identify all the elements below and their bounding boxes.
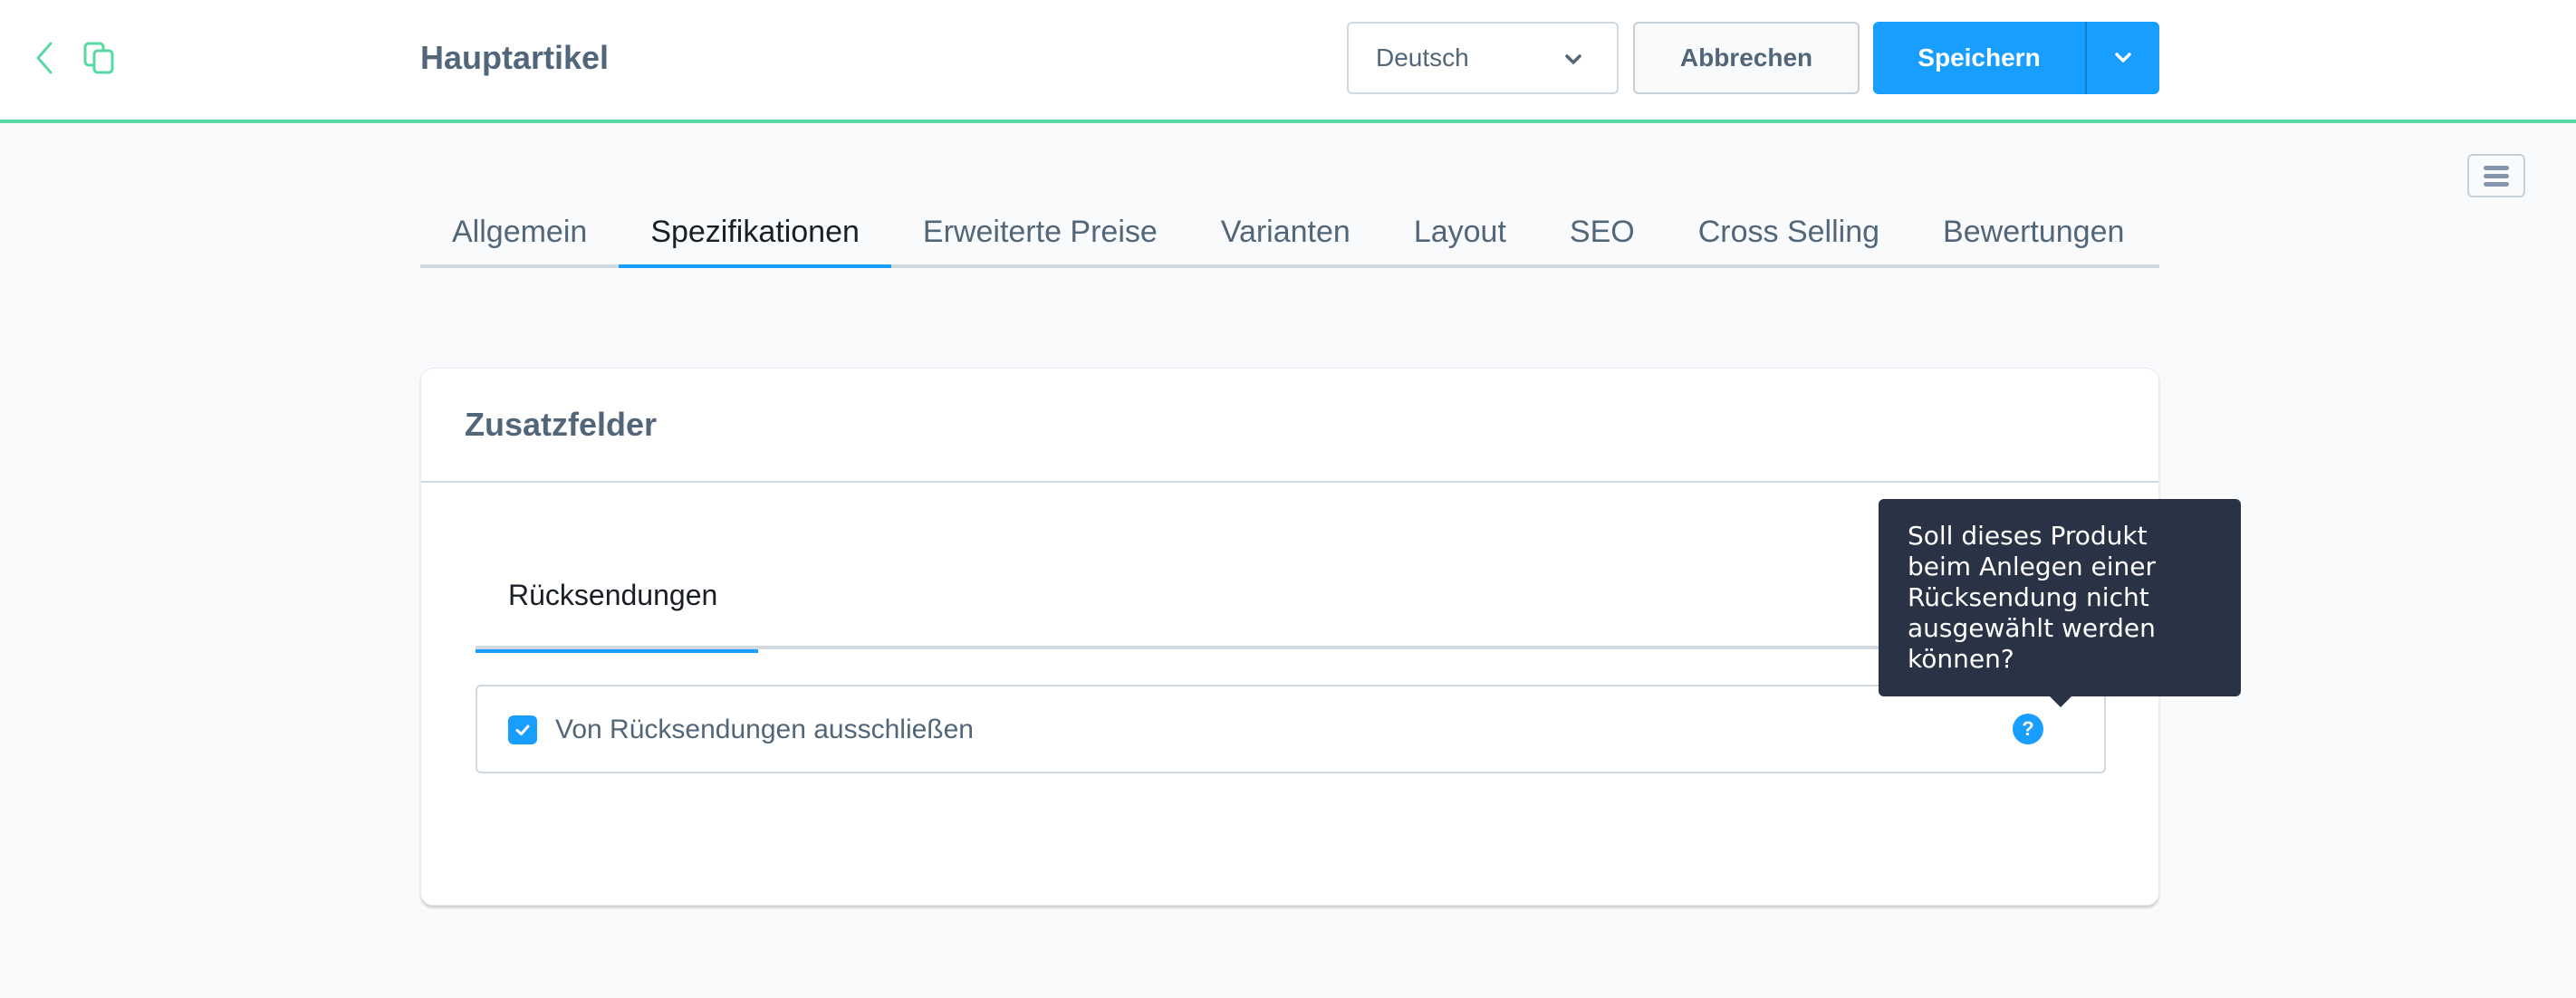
duplicate-button[interactable] [83, 42, 116, 74]
save-button[interactable]: Speichern [1873, 22, 2085, 94]
checkmark-icon [515, 725, 530, 735]
tab-ruecksendungen[interactable]: Rücksendungen [476, 541, 758, 653]
exclude-returns-label[interactable]: Von Rücksendungen ausschließen [555, 710, 974, 750]
tab-varianten[interactable]: Varianten [1189, 199, 1382, 264]
tab-erweiterte-preise[interactable]: Erweiterte Preise [891, 199, 1189, 264]
chevron-down-icon [2115, 53, 2131, 62]
card-title: Zusatzfelder [465, 406, 658, 443]
menu-icon-line [2484, 165, 2509, 170]
tab-spezifikationen[interactable]: Spezifikationen [619, 199, 891, 268]
help-icon[interactable]: ? [2013, 714, 2043, 744]
menu-icon-line [2484, 181, 2509, 187]
menu-icon-line [2484, 173, 2509, 178]
custom-field-set-tabs: Rücksendungen [476, 541, 2106, 653]
save-button-group: Speichern [1873, 22, 2159, 94]
duplicate-icon [83, 42, 114, 74]
card-header: Zusatzfelder [421, 369, 2158, 483]
exclude-returns-checkbox[interactable] [508, 715, 537, 744]
cancel-button[interactable]: Abbrechen [1633, 22, 1860, 94]
product-tabs: Allgemein Spezifikationen Erweiterte Pre… [420, 199, 2159, 268]
tab-seo[interactable]: SEO [1538, 199, 1667, 264]
help-tooltip: Soll dieses Produkt beim Anlegen einer R… [1879, 499, 2241, 707]
page-title: Hauptartikel [420, 39, 610, 76]
tab-cross-selling[interactable]: Cross Selling [1667, 199, 1911, 264]
language-select[interactable]: Deutsch [1347, 22, 1619, 94]
chevron-down-icon [1565, 54, 1581, 64]
tab-layout[interactable]: Layout [1382, 199, 1538, 264]
tab-bewertungen[interactable]: Bewertungen [1911, 199, 2156, 264]
sidebar-toggle-button[interactable] [2467, 154, 2525, 197]
language-select-value: Deutsch [1376, 43, 1469, 72]
chevron-left-icon [36, 42, 53, 74]
save-options-button[interactable] [2085, 22, 2159, 94]
tab-allgemein[interactable]: Allgemein [420, 199, 619, 264]
top-bar: Hauptartikel Deutsch Abbrechen Speichern [0, 0, 2576, 123]
custom-field-row: Von Rücksendungen ausschließen ? [476, 685, 2106, 773]
back-button[interactable] [33, 40, 60, 76]
